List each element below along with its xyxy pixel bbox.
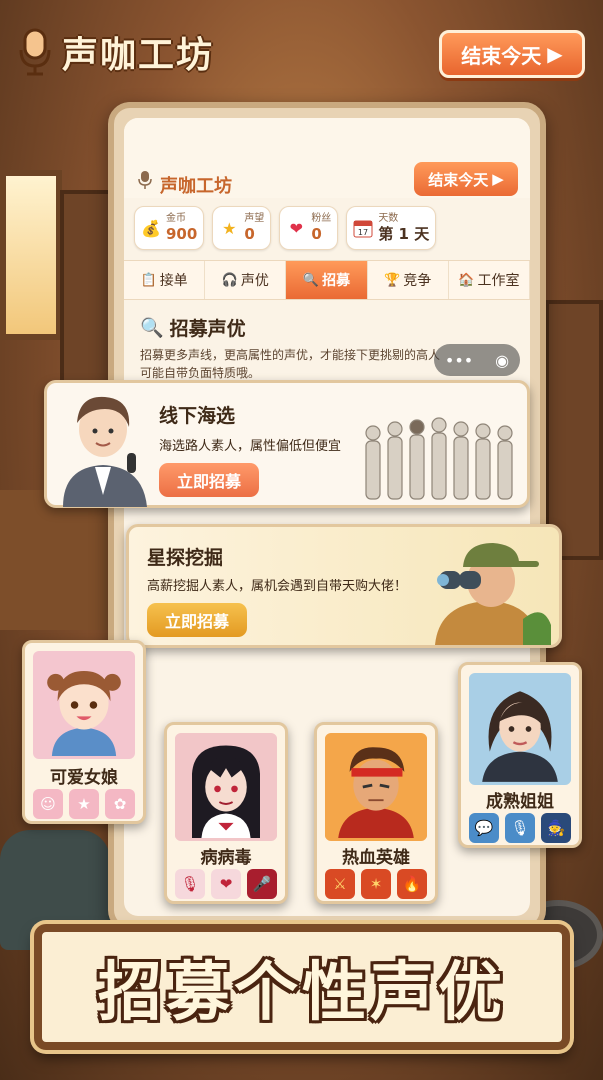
skill-row: ☺ ★ ✿ [25,789,143,819]
app-end-day-button[interactable]: 结束今天 ▶ [414,162,518,196]
stat-fans: ❤ 粉丝 0 [279,206,339,250]
studio-icon: 🏠 [458,272,475,288]
tab-label: 接单 [159,273,188,289]
tab-studio[interactable]: 🏠 工作室 [449,261,530,299]
tab-label: 竞争 [403,273,432,289]
recruit-section-title: 🔍 招募声优 [140,314,246,341]
character-portrait [33,651,135,759]
scout-portrait [435,543,551,645]
sword-icon: ⚔ [325,869,355,899]
scout-card: 星探挖掘 高薪挖掘人素人，属机会遇到自带天购大佬！ 立即招募 [126,524,562,648]
slash-icon: ✶ [361,869,391,899]
tab-recruit[interactable]: 🔍 招募 [286,261,368,299]
game-title: 声咖工坊 [62,35,215,76]
character-name: 可爱女娘 [50,768,118,788]
star-icon: ★ [222,218,237,238]
character-card-cute-girl[interactable]: 可爱女娘 ☺ ★ ✿ [22,640,146,824]
money-bag-icon: 💰 [141,218,161,238]
banner-text: 招募个性声优 [98,956,506,1030]
character-portrait [175,733,277,841]
app-header: 声咖工坊 结束今天 ▶ [124,118,530,198]
crowd-illustration [365,417,513,500]
end-day-button[interactable]: 结束今天 ▶ [439,30,585,78]
skill-row: 🎙 ❤ 🎤 [167,869,285,899]
recruit-now-button[interactable]: 立即招募 [159,463,259,497]
more-icon[interactable]: ••• [445,351,473,370]
smile-icon: ☺ [33,789,63,819]
stat-gold: 💰 金币 900 [134,206,205,250]
heart-icon: ❤ [289,218,304,238]
stat-label: 粉丝 [311,213,332,224]
tab-label: 招募 [322,273,351,289]
character-card-mature-sister[interactable]: 成熟姐姐 💬 🎙 🧙 [458,662,582,848]
play-icon: ▶ [547,42,563,66]
end-day-label: 结束今天 [461,43,542,68]
option-description: 高薪挖掘人素人，属机会遇到自带天购大佬！ [147,579,408,594]
option-title: 星探挖掘 [147,547,224,569]
ribbon-icon: ✿ [105,789,135,819]
stat-label: 天数 [378,213,399,224]
character-portrait [325,733,427,841]
character-card-hero[interactable]: 热血英雄 ⚔ ✶ 🔥 [314,722,438,904]
character-portrait [469,673,571,785]
wizard-icon: 🧙 [541,813,571,843]
microphone-icon: 🎤 [247,869,277,899]
tab-orders[interactable]: 📋 接单 [124,261,206,299]
character-name: 病病毒 [200,848,252,868]
svg-text:17: 17 [358,228,368,237]
stat-value: 0 [244,225,255,243]
tab-bar: 📋 接单 🎧 声优 🔍 招募 🏆 竞争 🏠 工作室 [124,260,530,300]
character-card-yandere[interactable]: 病病毒 🎙 ❤ 🎤 [164,722,288,904]
tab-label: 工作室 [477,273,520,289]
search-icon: 🔍 [302,272,320,288]
background-shelf-right [545,300,603,560]
character-name: 成熟姐姐 [486,792,554,812]
microphone-icon: 🎙 [505,813,535,843]
heart-icon: ❤ [211,869,241,899]
top-bar: 声咖工坊 结束今天 ▶ [0,0,603,100]
stat-reputation: ★ 声望 0 [212,206,272,250]
background-window [0,170,62,340]
calendar-icon: 17 [353,218,373,238]
section-title-text: 招募声优 [169,318,246,340]
tab-competition[interactable]: 🏆 竞争 [368,261,449,299]
play-icon: ▶ [492,170,504,188]
stat-value: 第 1 天 [378,225,430,243]
option-description: 海选路人素人，属性偏低但便宜 [159,439,342,454]
stat-days: 17 天数 第 1 天 [346,206,437,250]
audition-card: 线下海选 海选路人素人，属性偏低但便宜 立即招募 [44,380,530,508]
host-portrait [63,396,147,507]
background-desk [0,490,120,630]
stat-label: 金币 [166,213,186,224]
microphone-icon [19,28,51,76]
app-title: 声咖工坊 [160,176,232,197]
promo-banner: 招募个性声优 [34,924,570,1050]
mini-program-capsule[interactable]: ••• ◉ [434,344,520,376]
stat-label: 声望 [244,213,265,224]
tab-voice-actors[interactable]: 🎧 声优 [205,261,287,299]
stats-bar: 💰 金币 900 ★ 声望 0 ❤ 粉丝 0 17 天数 第 1 天 [134,206,437,250]
option-title: 线下海选 [159,405,236,427]
microphone-icon: 🎙 [175,869,205,899]
recruit-description: 招募更多声线，更高属性的声优，才能接下更挑剔的高人可能自带负面特质哦。 [140,348,441,380]
fire-icon: 🔥 [397,869,427,899]
tab-label: 声优 [240,273,269,289]
stat-value: 900 [166,225,198,243]
headphones-icon: 🎧 [221,272,238,288]
recruit-now-button[interactable]: 立即招募 [147,603,247,637]
microphone-icon [138,171,152,189]
clipboard-icon: 📋 [140,272,157,288]
app-end-day-label: 结束今天 [428,170,489,189]
close-target-icon[interactable]: ◉ [495,351,509,370]
character-name: 热血英雄 [342,848,410,868]
stat-value: 0 [311,225,322,243]
chat-icon: 💬 [469,813,499,843]
skill-row: 💬 🎙 🧙 [461,813,579,843]
search-icon: 🔍 [140,317,164,339]
star-icon: ★ [69,789,99,819]
skill-row: ⚔ ✶ 🔥 [317,869,435,899]
trophy-icon: 🏆 [384,272,401,288]
